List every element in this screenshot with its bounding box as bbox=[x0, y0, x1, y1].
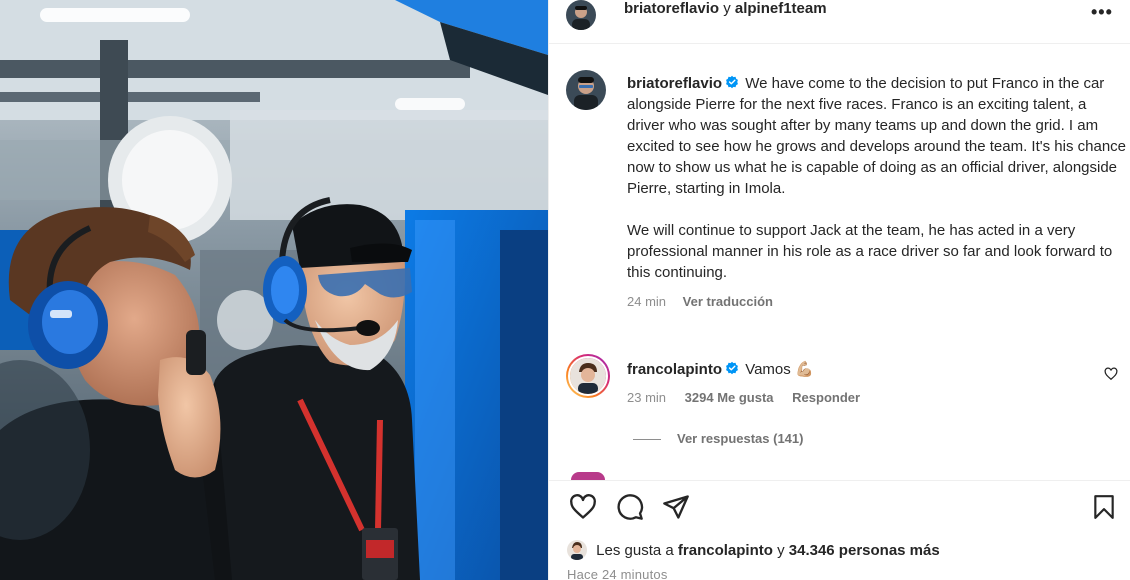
avatar-image bbox=[566, 70, 606, 110]
comment-username[interactable]: francolapinto bbox=[627, 361, 722, 378]
save-button[interactable] bbox=[1091, 493, 1117, 519]
post-header: briatoreflavio y alpinef1team ••• bbox=[549, 0, 1130, 44]
caption-username[interactable]: briatoreflavio bbox=[627, 75, 722, 92]
like-button[interactable] bbox=[569, 493, 596, 519]
post-authors: briatoreflavio y alpinef1team bbox=[624, 0, 827, 17]
comment-item: francolapinto Vamos 💪🏼 23 min 3294 Me gu… bbox=[566, 354, 1126, 405]
caption-paragraph-2: We will continue to support Jack at the … bbox=[627, 222, 1113, 281]
caption-body: briatoreflavio We have come to the decis… bbox=[627, 73, 1127, 312]
commenter-avatar[interactable] bbox=[566, 354, 610, 398]
more-options-icon[interactable]: ••• bbox=[1091, 2, 1113, 23]
likes-prefix: Les gusta a bbox=[596, 542, 674, 559]
coauthor-username[interactable]: alpinef1team bbox=[735, 0, 827, 17]
avatar-image bbox=[567, 540, 587, 560]
authors-joiner: y bbox=[723, 0, 731, 17]
heart-icon bbox=[570, 494, 596, 519]
share-button[interactable] bbox=[662, 493, 689, 519]
avatar-image bbox=[570, 358, 606, 394]
caption-text-1: We have come to the decision to put Fran… bbox=[627, 75, 1126, 197]
comment-icon bbox=[617, 494, 644, 520]
likes-joiner: y bbox=[777, 542, 785, 559]
view-replies-button[interactable]: Ver respuestas (141) bbox=[633, 431, 803, 446]
comment-meta: 23 min 3294 Me gusta Responder bbox=[627, 390, 875, 405]
comment-button[interactable] bbox=[616, 493, 644, 520]
replies-divider bbox=[633, 439, 661, 441]
post-photo bbox=[0, 0, 548, 580]
author-username[interactable]: briatoreflavio bbox=[624, 0, 719, 17]
next-comment-avatar-edge bbox=[571, 472, 605, 480]
share-icon bbox=[663, 495, 689, 519]
likes-others[interactable]: 34.346 personas más bbox=[789, 542, 940, 559]
comment-like-heart-icon[interactable] bbox=[1104, 367, 1118, 381]
comment-time: 23 min bbox=[627, 390, 667, 405]
post-timestamp: Hace 24 minutos bbox=[567, 567, 668, 580]
bookmark-icon bbox=[1094, 495, 1114, 519]
garage-photo bbox=[0, 0, 548, 580]
caption-time: 24 min bbox=[627, 294, 667, 309]
flexed-biceps-emoji: 💪🏼 bbox=[794, 361, 814, 378]
verified-badge-icon bbox=[726, 75, 738, 89]
caption-meta: 24 min Ver traducción bbox=[627, 291, 1127, 312]
liker-avatar[interactable] bbox=[567, 540, 587, 560]
comment-body: Vamos bbox=[745, 361, 791, 378]
likes-summary: Les gusta a francolapinto y 34.346 perso… bbox=[567, 540, 940, 562]
verified-badge-icon bbox=[726, 361, 738, 375]
avatar-image bbox=[566, 0, 596, 30]
caption-paragraph-1: briatoreflavio We have come to the decis… bbox=[627, 73, 1127, 199]
comment-text: francolapinto Vamos 💪🏼 bbox=[627, 360, 814, 378]
view-replies-label: Ver respuestas (141) bbox=[677, 431, 804, 446]
post-side-panel: briatoreflavio y alpinef1team ••• briato… bbox=[548, 0, 1130, 580]
instagram-post: briatoreflavio y alpinef1team ••• briato… bbox=[0, 0, 1130, 580]
post-actions-bar: Les gusta a francolapinto y 34.346 perso… bbox=[549, 480, 1130, 580]
translate-link[interactable]: Ver traducción bbox=[683, 294, 773, 309]
reply-link[interactable]: Responder bbox=[792, 390, 860, 405]
liker-username[interactable]: francolapinto bbox=[678, 542, 773, 559]
comment-likes[interactable]: 3294 Me gusta bbox=[685, 390, 774, 405]
caption-author-avatar[interactable] bbox=[566, 70, 606, 110]
author-avatar[interactable] bbox=[566, 0, 596, 30]
